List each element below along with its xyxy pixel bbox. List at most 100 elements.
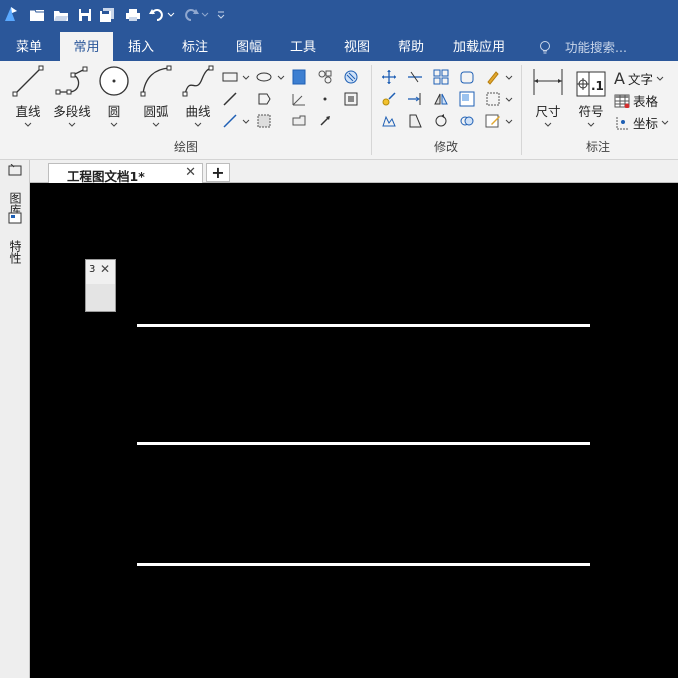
tab-insert[interactable]: 插入 — [117, 32, 165, 61]
drawn-line[interactable] — [137, 563, 590, 566]
ray-icon[interactable] — [221, 112, 239, 130]
tab-home[interactable]: 常用 — [60, 32, 113, 61]
point-icon[interactable] — [316, 90, 334, 108]
document-tab[interactable]: 工程图文档1* ✕ — [48, 163, 203, 184]
stretch-icon[interactable] — [380, 112, 398, 130]
block-icon[interactable] — [316, 68, 334, 86]
tab-view[interactable]: 视图 — [333, 32, 381, 61]
offset-icon[interactable] — [458, 112, 476, 130]
curve-icon — [180, 65, 216, 97]
trim-icon[interactable] — [406, 68, 424, 86]
chevron-down-icon[interactable] — [24, 122, 32, 128]
tab-menu[interactable]: 菜单 — [4, 32, 54, 61]
chamfer-icon[interactable] — [406, 112, 424, 130]
curve-button[interactable]: 曲线 — [180, 65, 216, 128]
text-button[interactable]: A 文字 — [614, 69, 664, 88]
open-folder-icon[interactable] — [52, 6, 70, 24]
leader-arrow-icon[interactable] — [316, 112, 334, 130]
chevron-down-icon[interactable] — [277, 74, 285, 82]
table-button[interactable]: 表格 — [614, 91, 658, 110]
match-properties-icon[interactable] — [484, 68, 502, 86]
circle-button[interactable]: 圆 — [96, 66, 132, 128]
selection-box-icon[interactable] — [484, 90, 502, 108]
customize-toolbar-icon[interactable] — [216, 6, 226, 24]
chevron-down-icon[interactable] — [242, 74, 250, 82]
save-icon[interactable] — [76, 6, 94, 24]
save-all-icon[interactable] — [98, 6, 116, 24]
scale-icon[interactable] — [458, 90, 476, 108]
ellipse-icon[interactable] — [255, 68, 273, 86]
feature-search-input[interactable]: 功能搜索... — [565, 32, 627, 63]
properties-tab[interactable]: 特性 — [7, 212, 23, 264]
tab-drawing-frame[interactable]: 图幅 — [225, 32, 273, 61]
tab-annotate[interactable]: 标注 — [171, 32, 219, 61]
construction-line-icon[interactable] — [221, 90, 239, 108]
drawn-line[interactable] — [137, 442, 590, 445]
tab-load-app[interactable]: 加载应用 — [445, 32, 513, 61]
extend-icon[interactable] — [406, 90, 424, 108]
tab-tools[interactable]: 工具 — [279, 32, 327, 61]
revision-cloud-icon[interactable] — [290, 112, 308, 130]
library-tab[interactable]: 图库 — [7, 163, 23, 216]
symbol-button[interactable]: .1 符号 — [573, 67, 609, 128]
close-icon[interactable]: ✕ — [100, 262, 110, 276]
chevron-down-icon[interactable] — [544, 122, 552, 128]
symbol-label: 符号 — [578, 104, 604, 119]
symbol-icon-text: .1 — [591, 79, 604, 93]
region-icon[interactable] — [255, 112, 273, 130]
chevron-down-icon[interactable] — [505, 118, 513, 126]
properties-label: 特性 — [8, 240, 22, 264]
centerline-icon[interactable] — [290, 90, 308, 108]
mirror-icon[interactable] — [432, 90, 450, 108]
line-button[interactable]: 直线 — [10, 65, 46, 128]
redo-dropdown-icon[interactable] — [200, 6, 210, 24]
floating-panel-body — [86, 284, 115, 311]
menu-bar: 菜单 常用 插入 标注 图幅 工具 视图 帮助 加载应用 功能搜索... — [0, 32, 678, 61]
add-tab-button[interactable]: + — [206, 163, 230, 182]
array-icon[interactable] — [432, 68, 450, 86]
app-logo-icon[interactable] — [2, 5, 20, 23]
document-tab-strip: 工程图文档1* ✕ + — [30, 160, 678, 184]
drawing-canvas[interactable]: 3 ✕ — [30, 183, 678, 678]
chevron-down-icon[interactable] — [194, 122, 202, 128]
chevron-down-icon[interactable] — [656, 75, 664, 83]
polyline-label: 多段线 — [53, 104, 91, 119]
annotate-group-label: 标注 — [586, 140, 611, 154]
chevron-down-icon[interactable] — [242, 118, 250, 126]
polyline-button[interactable]: 多段线 — [50, 66, 94, 128]
chevron-down-icon[interactable] — [505, 96, 513, 104]
dimension-button[interactable]: 尺寸 — [530, 67, 566, 128]
new-file-icon[interactable] — [28, 6, 46, 24]
drawn-line[interactable] — [137, 324, 590, 327]
copy-icon[interactable] — [380, 90, 398, 108]
tab-help[interactable]: 帮助 — [387, 32, 435, 61]
fill-icon[interactable] — [290, 68, 308, 86]
rectangle-icon[interactable] — [221, 68, 239, 86]
edit-properties-icon[interactable] — [484, 112, 502, 130]
print-icon[interactable] — [124, 6, 142, 24]
chevron-down-icon[interactable] — [661, 119, 669, 127]
chevron-down-icon[interactable] — [68, 122, 76, 128]
chevron-down-icon[interactable] — [505, 74, 513, 82]
properties-icon — [8, 212, 22, 224]
polygon-icon[interactable] — [255, 90, 273, 108]
coordinate-button[interactable]: 坐标 — [614, 113, 669, 132]
boundary-icon[interactable] — [342, 90, 360, 108]
undo-dropdown-icon[interactable] — [166, 6, 176, 24]
group-divider — [371, 65, 372, 155]
chevron-down-icon[interactable] — [110, 122, 118, 128]
arc-button[interactable]: 圆弧 — [138, 65, 174, 128]
rotate-icon[interactable] — [432, 112, 450, 130]
hatch-icon[interactable] — [342, 68, 360, 86]
chevron-down-icon[interactable] — [152, 122, 160, 128]
fillet-icon[interactable] — [458, 68, 476, 86]
floating-panel[interactable]: 3 ✕ — [85, 259, 116, 312]
chevron-down-icon[interactable] — [587, 122, 595, 128]
undo-icon[interactable] — [148, 6, 166, 24]
close-icon[interactable]: ✕ — [185, 165, 196, 180]
coordinate-label: 坐标 — [633, 116, 659, 131]
geometric-tolerance-icon: .1 — [573, 67, 609, 97]
redo-icon[interactable] — [182, 6, 200, 24]
move-icon[interactable] — [380, 68, 398, 86]
library-icon — [8, 163, 22, 176]
